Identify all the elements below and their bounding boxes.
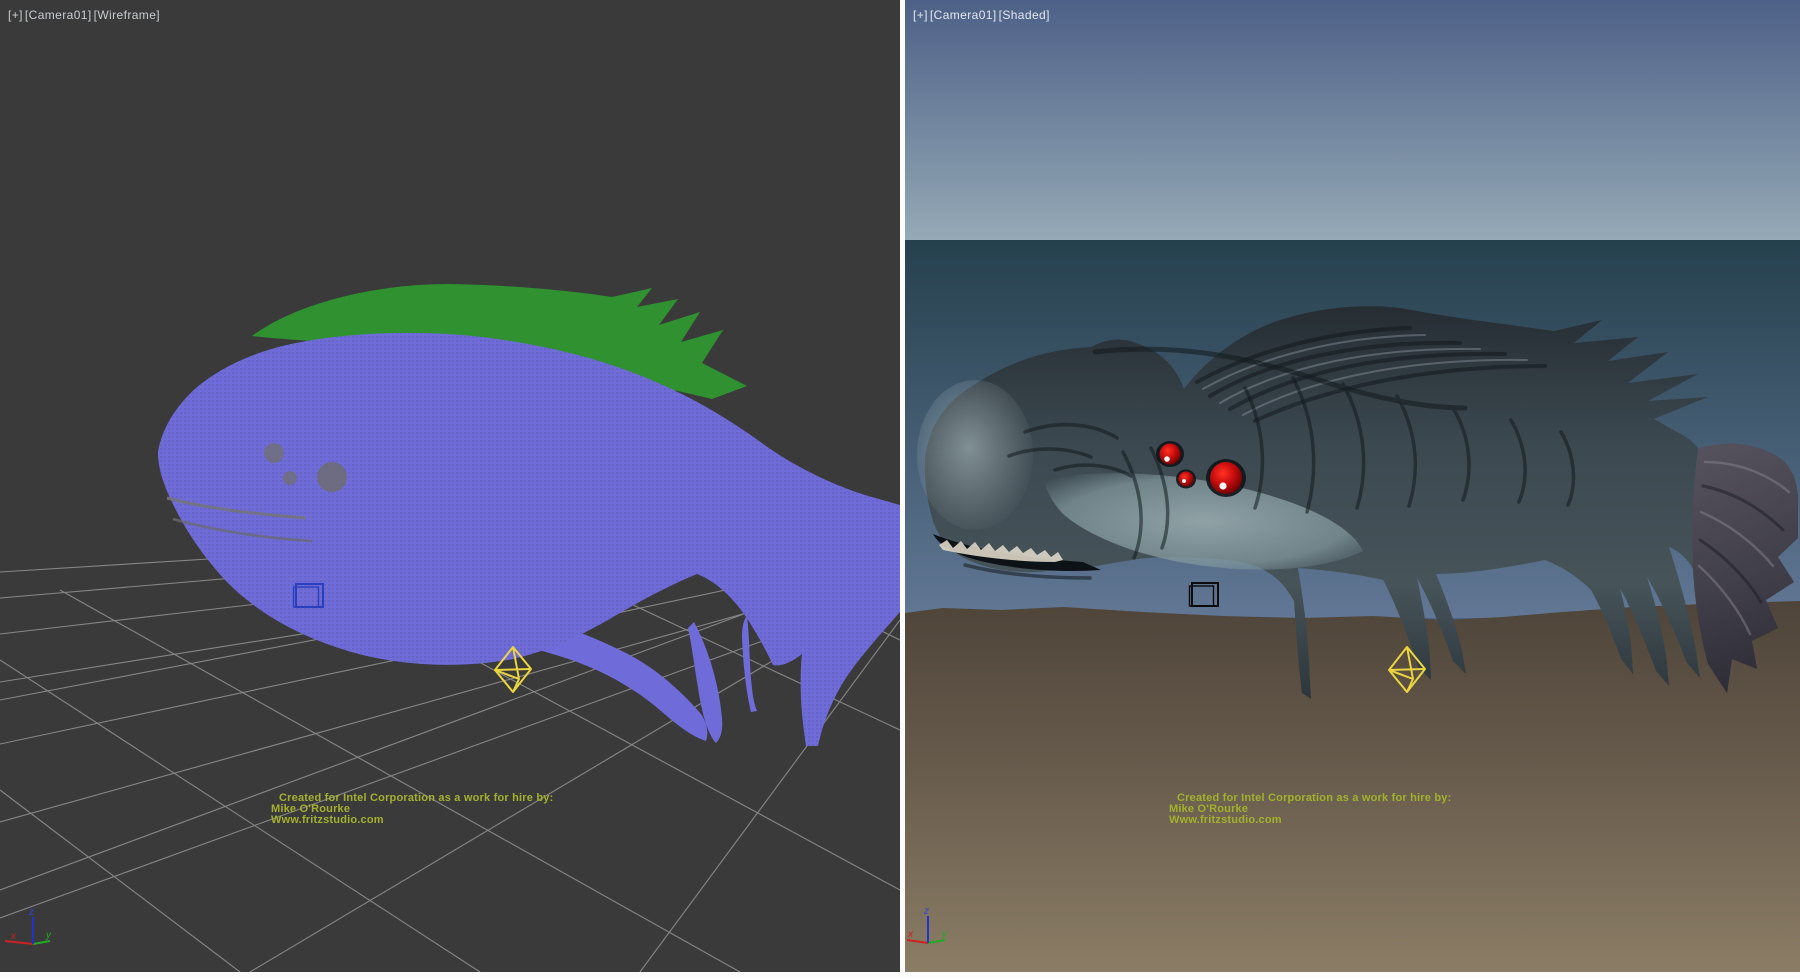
axis-y-label: y	[941, 929, 948, 940]
fish-eye-tiny	[283, 471, 297, 485]
viewport-menu-shading[interactable]: [Shaded]	[999, 8, 1050, 22]
fish-eye-small	[264, 443, 284, 463]
viewport-menu-pov[interactable]: [Camera01]	[930, 8, 997, 22]
viewport-left-wireframe[interactable]: x y z [+][Camera01][Wireframe] Created f…	[0, 0, 900, 972]
viewport-label: [+][Camera01][Shaded]	[913, 8, 1052, 22]
viewport-menu-shading[interactable]: [Wireframe]	[94, 8, 160, 22]
viewport-menu-pov[interactable]: [Camera01]	[25, 8, 92, 22]
viewport-label: [+][Camera01][Wireframe]	[8, 8, 162, 22]
eye-red-small	[1179, 472, 1194, 487]
sky-backdrop	[905, 0, 1800, 240]
eye-red-medium	[1160, 444, 1181, 465]
credit-line: Www.fritzstudio.com	[1169, 815, 1451, 826]
viewport-canvas: x y z [+][Camera01][Wireframe] Created f…	[0, 0, 1800, 978]
eye-red-large	[1210, 462, 1242, 494]
axis-y-label: y	[45, 930, 52, 941]
axis-x-label: x	[10, 931, 17, 942]
shaded-scene: x y z	[905, 0, 1800, 972]
viewport-menu-general[interactable]: [+]	[913, 8, 928, 22]
viewport-menu-general[interactable]: [+]	[8, 8, 23, 22]
credit-line: Www.fritzstudio.com	[271, 815, 553, 826]
scene-credit-text: Created for Intel Corporation as a work …	[271, 793, 553, 826]
fish-eye-large	[317, 462, 347, 492]
axis-x-label: x	[907, 929, 914, 940]
scene-credit-text: Created for Intel Corporation as a work …	[1169, 793, 1451, 826]
viewport-right-shaded[interactable]: x y z [+][Camera01][Shaded] Created for …	[905, 0, 1800, 972]
axis-z-label: z	[923, 906, 929, 917]
wireframe-scene: x y z	[0, 0, 900, 972]
axis-z-label: z	[28, 907, 34, 918]
